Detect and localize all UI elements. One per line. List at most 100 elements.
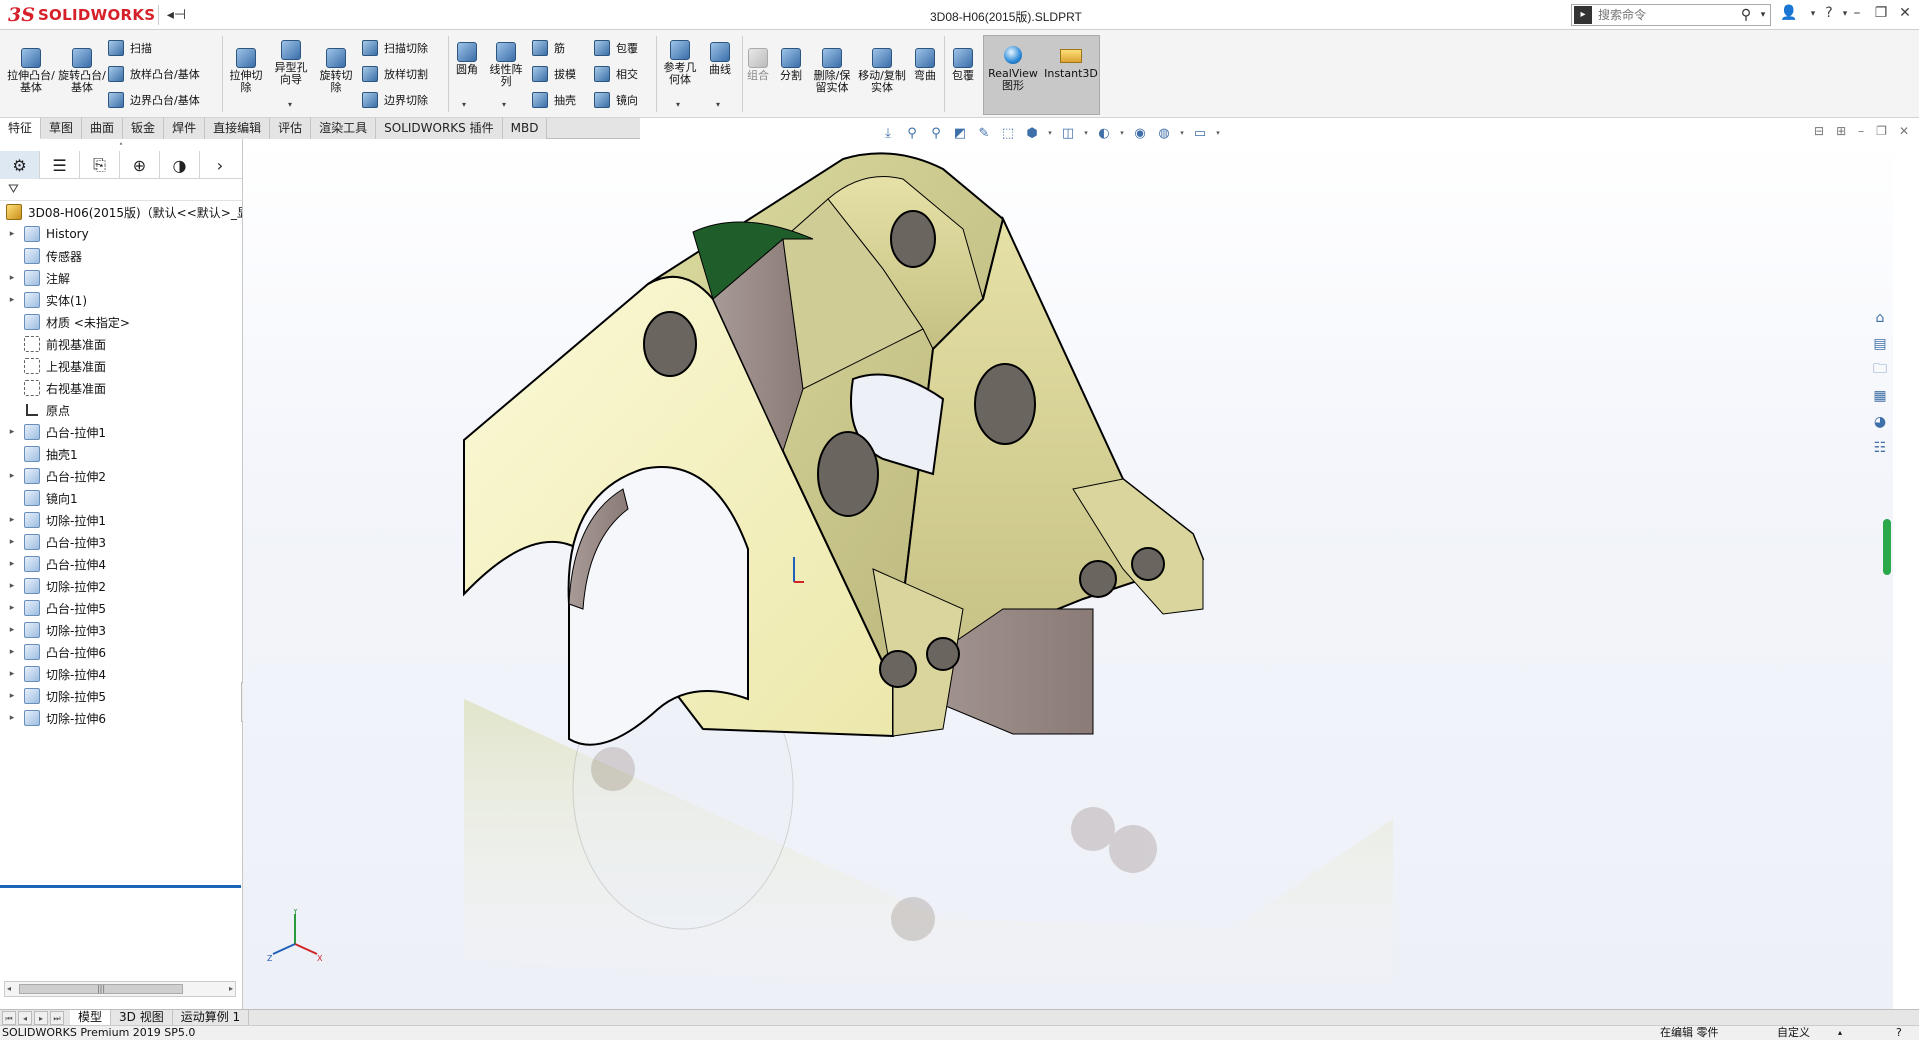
zoom-to-fit-icon[interactable]: ⤓ [878, 124, 898, 142]
search-dropdown-icon[interactable]: ▾ [1756, 10, 1770, 20]
expand-arrow-icon[interactable]: ▸ [6, 537, 18, 547]
first-tab-icon[interactable]: ⏮ [2, 1010, 16, 1025]
tree-item[interactable]: 原点 [0, 399, 242, 421]
hole-wizard-dropdown-icon[interactable]: ▾ [288, 100, 292, 109]
scroll-thumb[interactable]: ||| [19, 984, 183, 994]
tree-item[interactable]: 前视基准面 [0, 333, 242, 355]
boundary-boss-button[interactable]: 边界凸台/基体 [108, 90, 200, 110]
pin-hole-3[interactable] [1079, 560, 1117, 598]
last-tab-icon[interactable]: ⏭ [50, 1010, 64, 1025]
linear-pattern-button[interactable]: 线性阵列 [486, 42, 526, 88]
view-palette-icon[interactable]: ▦ [1870, 386, 1890, 406]
hole-top-lug[interactable] [890, 210, 936, 268]
monitor-dropdown-icon[interactable]: ▾ [1214, 124, 1222, 142]
reference-geometry-dropdown-icon[interactable]: ▾ [676, 100, 680, 109]
hide-show-items-icon[interactable]: ◫ [1058, 124, 1078, 142]
tab-sheet-metal[interactable]: 钣金 [123, 118, 165, 139]
more-tabs-chevron-icon[interactable]: › [200, 151, 240, 179]
move-copy-body-button[interactable]: 移动/复制实体 [858, 48, 906, 94]
tree-root-part[interactable]: 3D08-H06(2015版)（默认<<默认>_显示 [0, 201, 242, 223]
curves-button[interactable]: 曲线 [704, 42, 736, 76]
expand-arrow-icon[interactable]: ▸ [6, 273, 18, 283]
expand-arrow-icon[interactable]: ▸ [6, 625, 18, 635]
instant3d-button[interactable]: Instant3D [1044, 46, 1098, 80]
expand-arrow-icon[interactable]: ▸ [6, 713, 18, 723]
viewport-minimize-icon[interactable]: – [1858, 124, 1864, 138]
search-input[interactable] [1592, 8, 1736, 22]
tree-item[interactable]: 抽壳1 [0, 443, 242, 465]
display-style-dropdown-icon[interactable]: ▾ [1046, 124, 1054, 142]
tree-item[interactable]: ▸ 凸台-拉伸6 [0, 641, 242, 663]
view-settings-icon[interactable]: ◍ [1154, 124, 1174, 142]
flex-button[interactable]: 弯曲 [910, 48, 940, 82]
tree-item[interactable]: ▸ 切除-拉伸6 [0, 707, 242, 729]
tree-item[interactable]: 材质 <未指定> [0, 311, 242, 333]
hide-show-dropdown-icon[interactable]: ▾ [1082, 124, 1090, 142]
tree-item[interactable]: ▸ 切除-拉伸1 [0, 509, 242, 531]
appearance-dropdown-icon[interactable]: ▾ [1118, 124, 1126, 142]
wrap-large-button[interactable]: 包覆 [948, 48, 978, 82]
boundary-cut-button[interactable]: 边界切除 [362, 90, 428, 110]
tree-item[interactable]: ▸ History [0, 223, 242, 245]
revolve-boss-button[interactable]: 旋转凸台/基体 [58, 48, 106, 94]
unit-system-selector[interactable]: 自定义 [1777, 1026, 1810, 1040]
scroll-right-icon[interactable]: ▸ [229, 982, 233, 996]
tree-item[interactable]: ▸ 凸台-拉伸2 [0, 465, 242, 487]
section-view-icon[interactable]: ◩ [950, 124, 970, 142]
hole-right-upper[interactable] [974, 363, 1036, 445]
tab-sketch[interactable]: 草图 [41, 118, 83, 139]
display-manager-tab-icon[interactable]: ◑ [160, 151, 200, 179]
extrude-cut-button[interactable]: 拉伸切除 [226, 48, 266, 94]
part-model-view[interactable] [243, 139, 1893, 1009]
edit-appearance-icon[interactable]: ◐ [1094, 124, 1114, 142]
sweep-button[interactable]: 扫描 [108, 38, 152, 58]
filter-icon[interactable]: ⛛ [0, 179, 242, 201]
rib-button[interactable]: 筋 [532, 38, 565, 58]
loft-boss-button[interactable]: 放样凸台/基体 [108, 64, 200, 84]
close-icon[interactable]: ✕ [1894, 5, 1916, 21]
tab-direct-editing[interactable]: 直接编辑 [205, 118, 271, 139]
swept-cut-button[interactable]: 扫描切除 [362, 38, 428, 58]
viewport-close-icon[interactable]: ✕ [1899, 124, 1909, 138]
fillet-button[interactable]: 圆角 [452, 42, 482, 76]
graphics-scroll-indicator[interactable] [1883, 519, 1891, 575]
hole-center[interactable] [817, 431, 879, 517]
feature-manager-tab-icon[interactable]: ⚙ [0, 151, 40, 179]
previous-view-icon[interactable]: ⚲ [926, 124, 946, 142]
expand-arrow-icon[interactable]: ▸ [6, 515, 18, 525]
user-icon[interactable]: 👤 [1778, 5, 1800, 21]
reference-geometry-button[interactable]: 参考几何体 [660, 40, 700, 86]
tree-item[interactable]: ▸ 凸台-拉伸4 [0, 553, 242, 575]
delete-keep-body-button[interactable]: 删除/保留实体 [810, 48, 854, 94]
tab-mbd[interactable]: MBD [502, 118, 548, 139]
display-monitor-icon[interactable]: ▭ [1190, 124, 1210, 142]
revolve-cut-button[interactable]: 旋转切除 [316, 48, 356, 94]
tree-item[interactable]: ▸ 凸台-拉伸3 [0, 531, 242, 553]
unit-system-dropdown-icon[interactable]: ▴ [1838, 1026, 1842, 1040]
display-style-icon[interactable]: ⬢ [1022, 124, 1042, 142]
view-orientation-icon[interactable]: ⬚ [998, 124, 1018, 142]
view-triad[interactable]: Y X Z [265, 909, 325, 969]
tree-horizontal-scrollbar[interactable]: ◂ ||| ▸ [4, 981, 236, 997]
realview-button[interactable]: RealView图形 [986, 46, 1040, 92]
tab-surfaces[interactable]: 曲面 [82, 118, 124, 139]
tree-item[interactable]: 右视基准面 [0, 377, 242, 399]
file-explorer-icon[interactable]: 🗀 [1870, 360, 1890, 380]
mirror-button[interactable]: 镜向 [594, 90, 638, 110]
viewport-collapse-icon[interactable]: ⊟ [1814, 124, 1824, 138]
graphics-area[interactable]: Y X Z ⌂ ▤ 🗀 ▦ ◕ ☷ [243, 139, 1893, 1009]
tree-item[interactable]: 上视基准面 [0, 355, 242, 377]
expand-arrow-icon[interactable]: ▸ [6, 229, 18, 239]
pin-hole-2[interactable] [926, 637, 960, 671]
tree-item[interactable]: ▸ 切除-拉伸3 [0, 619, 242, 641]
viewport-restore-icon[interactable]: ❐ [1876, 124, 1887, 138]
scroll-left-icon[interactable]: ◂ [7, 982, 11, 996]
expand-arrow-icon[interactable]: ▸ [6, 559, 18, 569]
tree-item[interactable]: ▸ 实体(1) [0, 289, 242, 311]
dynamic-annotation-icon[interactable]: ✎ [974, 124, 994, 142]
expand-arrow-icon[interactable]: ▸ [6, 647, 18, 657]
tree-item[interactable]: ▸ 切除-拉伸2 [0, 575, 242, 597]
solidworks-logo[interactable]: 3S SOLIDWORKS [8, 3, 155, 27]
hole-wizard-button[interactable]: 异型孔向导 [270, 40, 312, 86]
quick-tips-icon[interactable]: ? [1896, 1026, 1902, 1040]
